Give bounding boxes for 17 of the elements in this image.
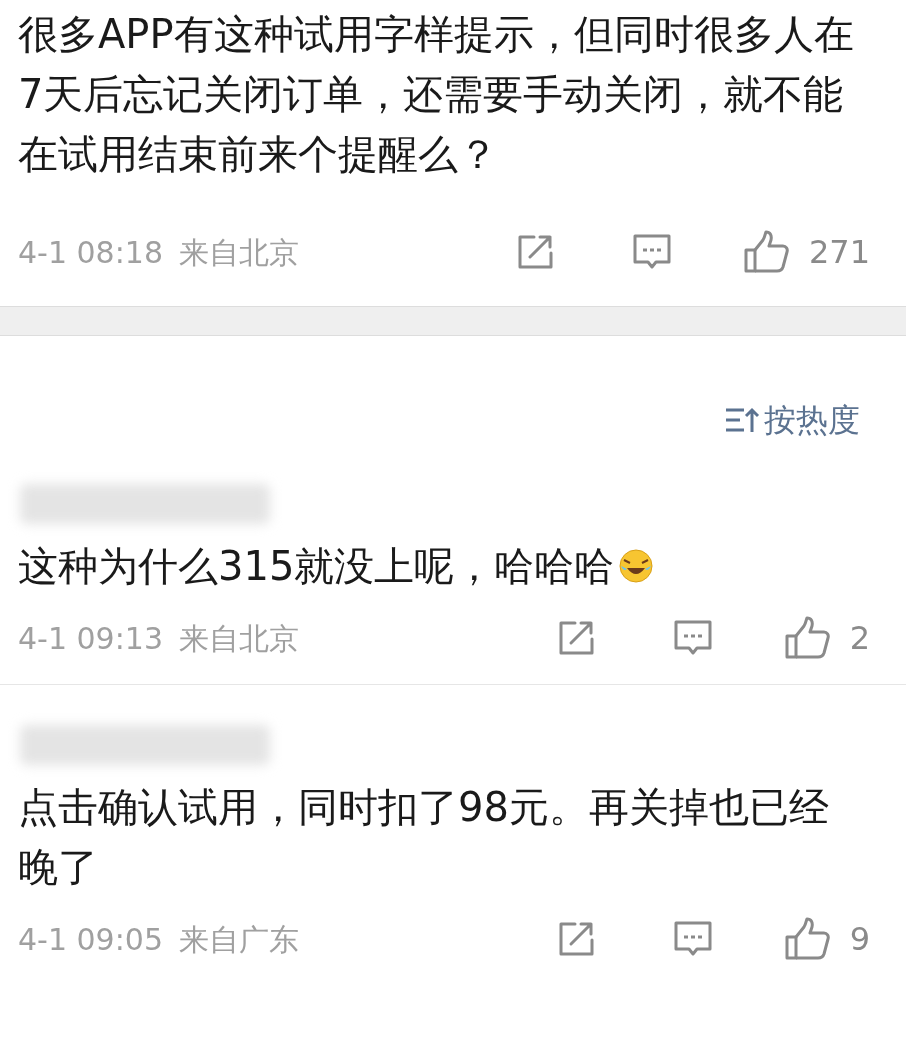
comment-text: 这种为什么315就没上呢，哈哈哈	[0, 524, 906, 596]
thumbs-up-icon[interactable]	[783, 917, 830, 961]
timestamp: 4-1 09:05	[18, 920, 163, 959]
comment-text: 点击确认试用，同时扣了98元。再关掉也已经晚了	[17, 783, 830, 892]
sort-button[interactable]: 按热度	[724, 396, 860, 444]
timestamp: 4-1 08:18	[18, 233, 163, 272]
timestamp: 4-1 09:13	[18, 619, 163, 658]
sort-icon	[724, 406, 760, 434]
like-count: 2	[849, 618, 870, 659]
like-count: 9	[849, 919, 870, 960]
thumbs-up-icon[interactable]	[783, 616, 830, 660]
post-text: 很多APP有这种试用字样提示，但同时很多人在7天后忘记关闭订单，还需要手动关闭，就不能在试用结束前来个提醒么？	[17, 10, 855, 179]
location: 来自北京	[179, 619, 299, 658]
location: 来自北京	[179, 233, 299, 272]
location: 来自广东	[179, 920, 299, 959]
like-count: 271	[808, 232, 870, 273]
thumbs-up-icon[interactable]	[742, 230, 789, 274]
